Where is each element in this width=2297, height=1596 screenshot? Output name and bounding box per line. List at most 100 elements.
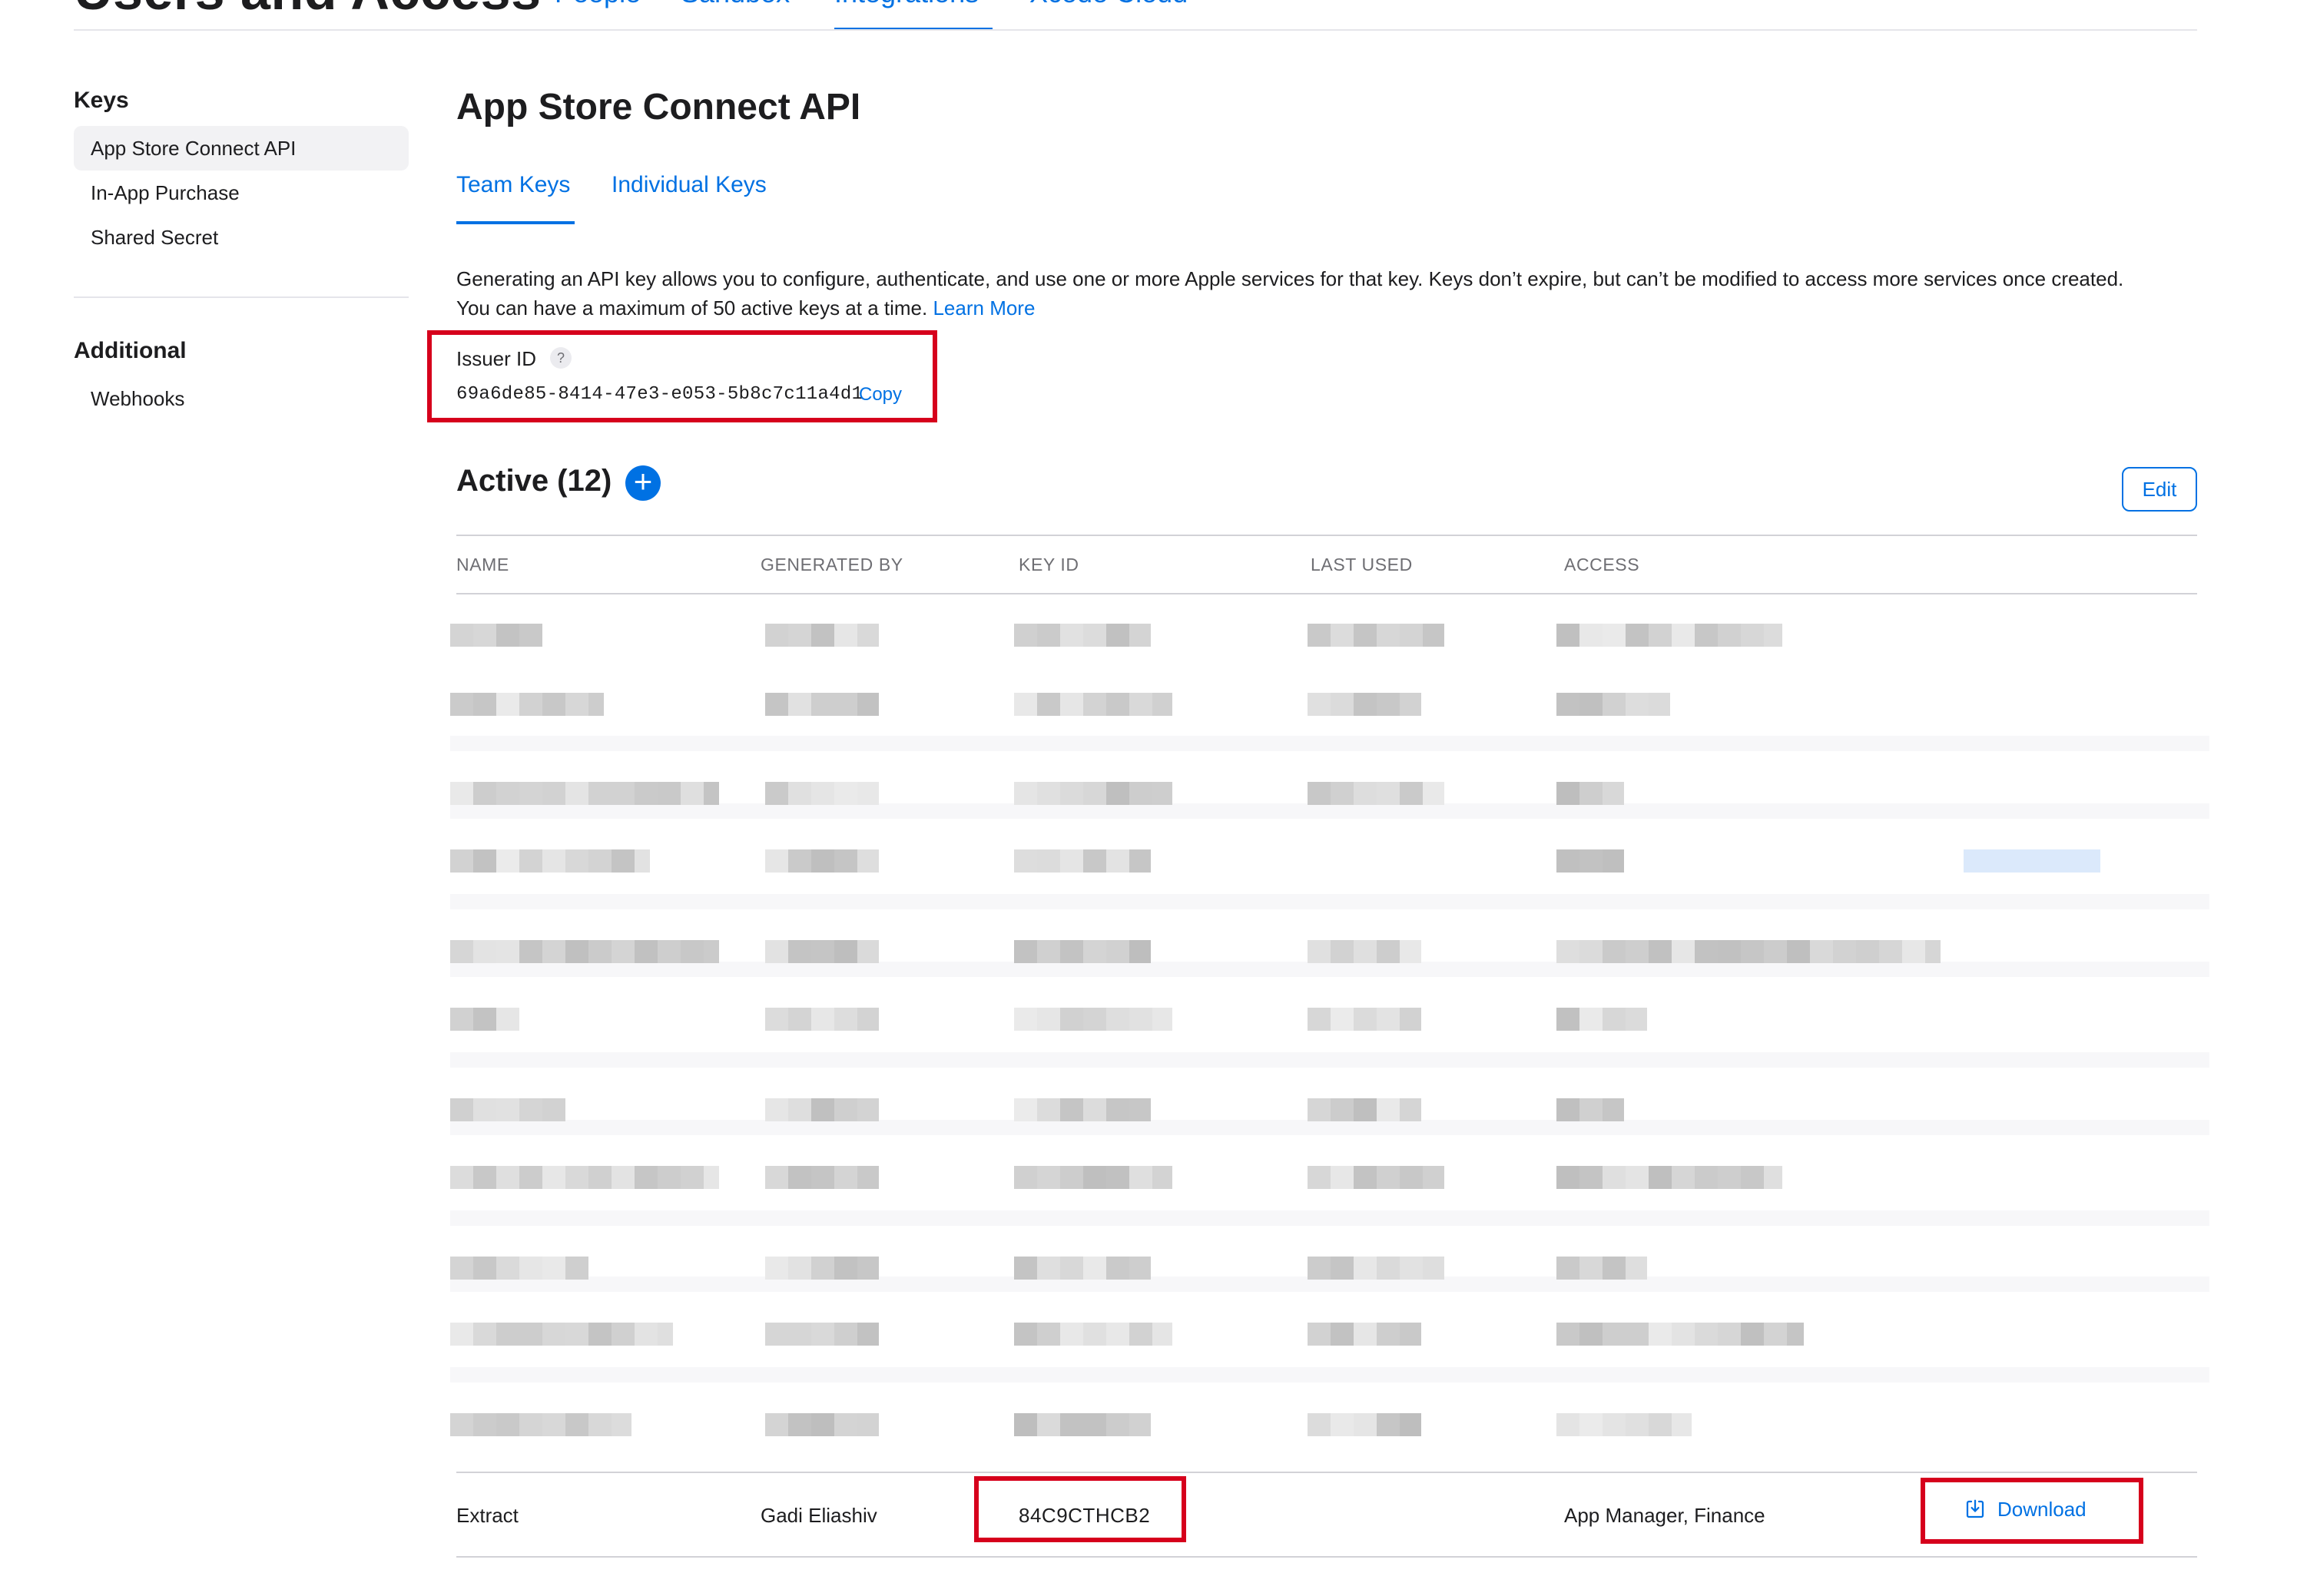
- redacted-row: [450, 782, 2209, 808]
- redacted-row: [450, 1166, 2209, 1192]
- redacted-block: [1014, 1098, 1037, 1121]
- redacted-block: [1152, 1166, 1172, 1189]
- redacted-block: [1695, 940, 1718, 963]
- redacted-download-link: [1964, 849, 2100, 873]
- redacted-block: [1106, 1166, 1129, 1189]
- column-header-generated-by[interactable]: GENERATED BY: [761, 555, 903, 575]
- help-icon[interactable]: ?: [550, 347, 572, 369]
- redacted-block: [1649, 1323, 1672, 1346]
- redacted-block: [612, 849, 635, 873]
- redacted-block: [1672, 1413, 1692, 1436]
- active-keys-heading: Active (12): [456, 464, 612, 498]
- redacted-block: [565, 849, 588, 873]
- redacted-block: [635, 940, 658, 963]
- redacted-block: [1354, 1166, 1377, 1189]
- redacted-block: [1556, 624, 1579, 647]
- redacted-block: [1106, 782, 1129, 805]
- redacted-block: [1060, 693, 1083, 716]
- tab-sandbox[interactable]: Sandbox: [681, 0, 790, 9]
- redacted-block: [1400, 1098, 1421, 1121]
- redacted-block: [1083, 1323, 1106, 1346]
- learn-more-link[interactable]: Learn More: [933, 296, 1035, 320]
- redacted-block: [1106, 849, 1129, 873]
- redacted-block: [1106, 940, 1129, 963]
- redacted-block: [496, 1323, 519, 1346]
- redacted-block: [565, 1166, 588, 1189]
- column-header-access[interactable]: ACCESS: [1564, 555, 1639, 575]
- redacted-block: [1718, 624, 1741, 647]
- column-header-key-id[interactable]: KEY ID: [1019, 555, 1079, 575]
- redacted-block: [1377, 1098, 1400, 1121]
- redacted-block: [1695, 624, 1718, 647]
- redacted-block: [1308, 1413, 1331, 1436]
- redacted-block: [1377, 693, 1400, 716]
- redacted-block: [811, 849, 834, 873]
- header-divider: [74, 29, 2197, 31]
- redacted-block: [681, 1166, 704, 1189]
- download-button[interactable]: Download: [1964, 1498, 2087, 1521]
- redacted-block: [1014, 1323, 1037, 1346]
- sidebar-divider: [74, 296, 409, 298]
- sidebar-item-in-app-purchase[interactable]: In-App Purchase: [74, 171, 409, 215]
- redacted-block: [588, 849, 612, 873]
- redacted-block: [519, 1098, 542, 1121]
- copy-issuer-id-link[interactable]: Copy: [859, 384, 902, 406]
- redacted-block: [857, 1008, 879, 1031]
- redacted-block: [612, 1323, 635, 1346]
- redacted-block: [1718, 1166, 1741, 1189]
- redacted-block: [1354, 1098, 1377, 1121]
- redacted-row: [450, 693, 2209, 719]
- redacted-block: [588, 782, 612, 805]
- tab-integrations[interactable]: Integrations: [834, 0, 979, 9]
- tab-people[interactable]: People: [555, 0, 641, 9]
- redacted-block: [1060, 782, 1083, 805]
- sidebar-item-app-store-connect-api[interactable]: App Store Connect API: [74, 126, 409, 171]
- subtab-team-keys[interactable]: Team Keys: [456, 172, 570, 198]
- redacted-block: [496, 849, 519, 873]
- redacted-block: [1764, 940, 1787, 963]
- redacted-block: [765, 940, 788, 963]
- redacted-block: [565, 1257, 588, 1280]
- redacted-block: [473, 1257, 496, 1280]
- redacted-block: [857, 1413, 879, 1436]
- edit-button[interactable]: Edit: [2122, 467, 2197, 512]
- column-header-last-used[interactable]: LAST USED: [1311, 555, 1413, 575]
- redacted-block: [1308, 1098, 1331, 1121]
- row-name: Extract: [456, 1504, 519, 1527]
- redacted-block: [1649, 1166, 1672, 1189]
- redacted-block: [496, 624, 519, 647]
- redacted-block: [519, 1257, 542, 1280]
- issuer-highlight-box: [427, 330, 937, 422]
- redacted-block: [1603, 1098, 1624, 1121]
- redacted-block: [473, 940, 496, 963]
- redacted-block: [788, 624, 811, 647]
- sidebar-item-webhooks[interactable]: Webhooks: [74, 376, 409, 421]
- redacted-block: [765, 1166, 788, 1189]
- sidebar-item-shared-secret[interactable]: Shared Secret: [74, 215, 409, 260]
- redacted-block: [1129, 849, 1151, 873]
- redacted-block: [1377, 624, 1400, 647]
- sidebar-heading-additional: Additional: [74, 338, 187, 363]
- redacted-block: [1331, 1166, 1354, 1189]
- redacted-block: [704, 1166, 719, 1189]
- tab-xcode-cloud[interactable]: Xcode Cloud: [1029, 0, 1188, 9]
- redacted-block: [1331, 1323, 1354, 1346]
- redacted-block: [834, 782, 857, 805]
- redacted-block: [1556, 1323, 1579, 1346]
- redacted-block: [1354, 693, 1377, 716]
- redacted-block: [1603, 1413, 1626, 1436]
- redacted-block: [1060, 1323, 1083, 1346]
- redacted-row: [450, 940, 2209, 966]
- redacted-block: [1308, 1257, 1331, 1280]
- redacted-block: [1354, 1008, 1377, 1031]
- redacted-block: [857, 849, 879, 873]
- column-header-name[interactable]: NAME: [456, 555, 509, 575]
- add-key-button[interactable]: +: [625, 465, 661, 501]
- redacted-block: [765, 693, 788, 716]
- redacted-block: [1331, 1413, 1354, 1436]
- subtab-individual-keys[interactable]: Individual Keys: [612, 172, 767, 198]
- redacted-block: [811, 782, 834, 805]
- redacted-block: [1400, 693, 1421, 716]
- redacted-block: [1626, 624, 1649, 647]
- redacted-block: [1037, 693, 1060, 716]
